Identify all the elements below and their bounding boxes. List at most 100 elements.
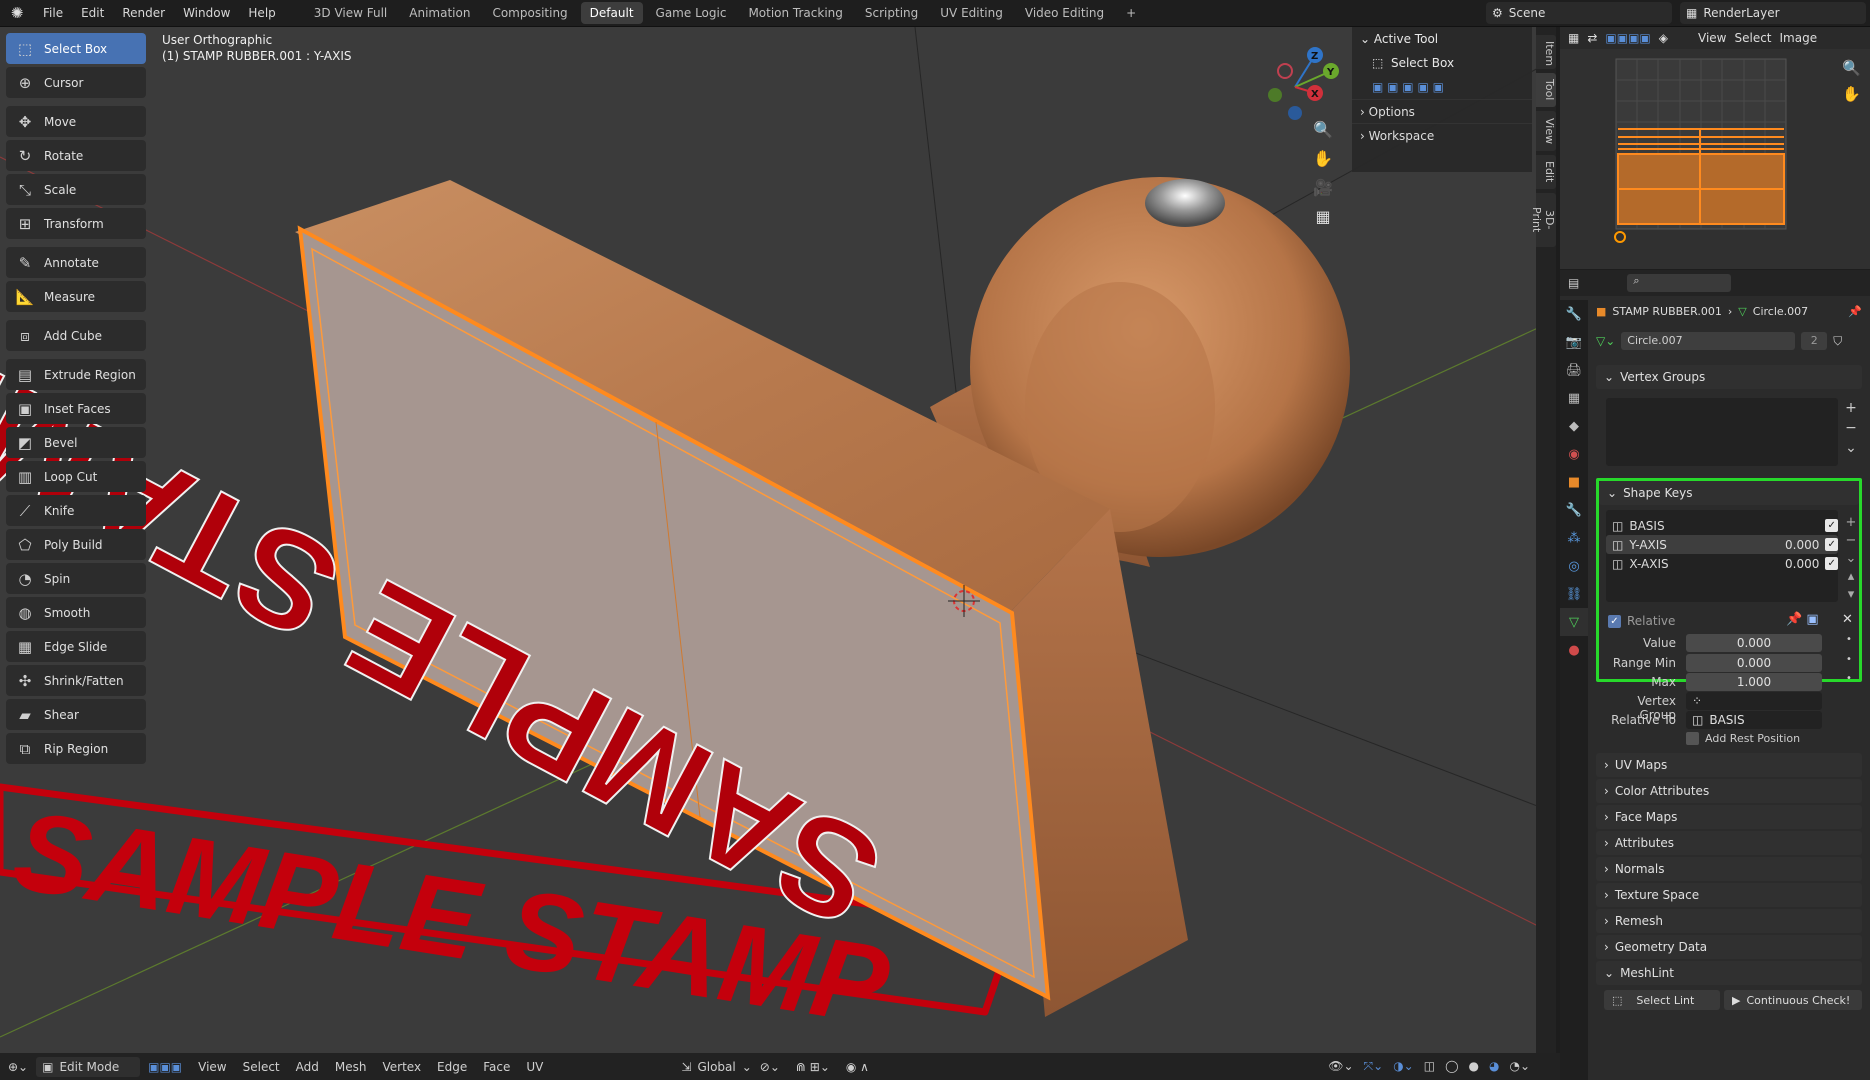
shape-key-mute-checkbox[interactable]: ✓ <box>1825 538 1838 551</box>
shape-keys-panel[interactable]: ⌄ Shape Keys <box>1599 481 1859 505</box>
fake-user-shield-icon[interactable]: ⛉ <box>1833 334 1842 349</box>
tool-transform[interactable]: ⊞ Transform <box>6 208 146 239</box>
transform-orientation[interactable]: ⇲ Global ⌄ <box>681 1060 751 1074</box>
particles-tab-icon[interactable]: ⁂ <box>1560 524 1588 552</box>
tab-scripting[interactable]: Scripting <box>856 2 927 24</box>
uv-editor[interactable]: ▦ ⇄ ▣▣▣▣ ◈ View Select Image 🔍 ✋ <box>1560 27 1870 269</box>
workspace-panel[interactable]: › Workspace <box>1352 123 1532 147</box>
tool-tab-icon[interactable]: 🔧 <box>1560 300 1588 328</box>
world-tab-icon[interactable]: ◉ <box>1560 440 1588 468</box>
face-maps-panel[interactable]: › Face Maps <box>1596 805 1862 829</box>
vertex-groups-panel[interactable]: ⌄ Vertex Groups <box>1596 365 1862 389</box>
object-tab-icon[interactable]: ■ <box>1560 468 1588 496</box>
uv-menu-view[interactable]: View <box>1698 31 1726 45</box>
scene-selector[interactable]: ⚙ Scene <box>1486 2 1672 24</box>
tool-move[interactable]: ✥ Move <box>6 106 146 137</box>
vertex-group-field[interactable]: ⁘ <box>1686 692 1822 710</box>
keyframe-dot-icon[interactable]: • <box>1846 634 1852 645</box>
view-layer-tab-icon[interactable]: ▦ <box>1560 384 1588 412</box>
normals-panel[interactable]: › Normals <box>1596 857 1862 881</box>
tool-shrink-fatten[interactable]: ✣ Shrink/Fatten <box>6 665 146 696</box>
shading-solid-icon[interactable]: ● <box>1469 1059 1479 1074</box>
value-field[interactable]: 0.000 <box>1686 634 1822 652</box>
tab-tool[interactable]: Tool <box>1536 73 1556 107</box>
shape-key-basis[interactable]: ◫ BASIS ✓ <box>1606 516 1838 535</box>
continuous-check-button[interactable]: ▶ Continuous Check! <box>1724 990 1862 1010</box>
move-up-button[interactable]: ▴ <box>1844 568 1858 586</box>
vertex-group-menu-button[interactable]: ⌄ <box>1844 438 1858 458</box>
add-workspace-button[interactable]: + <box>1117 2 1145 24</box>
menu-render[interactable]: Render <box>113 0 174 27</box>
remesh-panel[interactable]: › Remesh <box>1596 909 1862 933</box>
tool-rotate[interactable]: ↻ Rotate <box>6 140 146 171</box>
tool-loop-cut[interactable]: ▥ Loop Cut <box>6 461 146 492</box>
editor-type-icon[interactable]: ⊕⌄ <box>0 1060 36 1074</box>
shape-key-mute-checkbox[interactable]: ✓ <box>1825 557 1838 570</box>
tool-inset-faces[interactable]: ▣ Inset Faces <box>6 393 146 424</box>
snap-icon[interactable]: ⋒ ⊞⌄ <box>788 1060 838 1074</box>
header-menu-face[interactable]: Face <box>475 1060 518 1074</box>
active-tool-header[interactable]: ⌄ Active Tool <box>1352 27 1532 51</box>
clear-shape-keys-icon[interactable]: ✕ <box>1842 612 1853 627</box>
menu-help[interactable]: Help <box>239 0 284 27</box>
mesh-name-field[interactable]: Circle.007 <box>1621 332 1796 350</box>
move-down-button[interactable]: ▾ <box>1844 586 1858 604</box>
tab-animation[interactable]: Animation <box>400 2 479 24</box>
header-menu-view[interactable]: View <box>190 1060 234 1074</box>
tool-edge-slide[interactable]: ▦ Edge Slide <box>6 631 146 662</box>
tool-rip-region[interactable]: ⧉ Rip Region <box>6 733 146 764</box>
tool-add-cube[interactable]: ⧈ Add Cube <box>6 320 146 351</box>
render-layer-selector[interactable]: ▦ RenderLayer <box>1680 2 1866 24</box>
shape-key-mute-checkbox[interactable]: ✓ <box>1825 519 1838 532</box>
tab-item[interactable]: Item <box>1536 35 1556 69</box>
physics-tab-icon[interactable]: ◎ <box>1560 552 1588 580</box>
header-menu-vertex[interactable]: Vertex <box>374 1060 429 1074</box>
shape-key-menu-button[interactable]: ⌄ <box>1844 550 1858 568</box>
uv-sticky-icon[interactable]: ◈ <box>1659 31 1668 45</box>
tab-default[interactable]: Default <box>580 2 643 24</box>
pan-hand-icon[interactable]: ✋ <box>1312 144 1334 173</box>
tab-edit[interactable]: Edit <box>1536 155 1556 189</box>
uv-zoom-icon[interactable]: 🔍 <box>1842 55 1861 81</box>
tool-scale[interactable]: ⤡ Scale <box>6 174 146 205</box>
uv-menu-select[interactable]: Select <box>1734 31 1771 45</box>
tab-uv-editing[interactable]: UV Editing <box>931 2 1012 24</box>
keyframe-dot-icon[interactable]: • <box>1846 654 1852 665</box>
header-menu-mesh[interactable]: Mesh <box>327 1060 375 1074</box>
shape-key-y-axis[interactable]: ◫ Y-AXIS 0.000 ✓ <box>1606 535 1838 554</box>
pin-icon[interactable]: 📌 <box>1848 305 1862 318</box>
material-tab-icon[interactable]: ● <box>1560 636 1588 664</box>
tool-extrude-region[interactable]: ▤ Extrude Region <box>6 359 146 390</box>
options-panel[interactable]: › Options <box>1352 99 1532 123</box>
mode-selector[interactable]: ▣ Edit Mode <box>36 1056 141 1077</box>
shading-material-icon[interactable]: ◕ <box>1489 1059 1499 1074</box>
header-menu-uv[interactable]: UV <box>518 1060 551 1074</box>
select-lint-button[interactable]: ⬚ Select Lint <box>1604 990 1720 1010</box>
tab-motion-tracking[interactable]: Motion Tracking <box>739 2 851 24</box>
zoom-icon[interactable]: 🔍 <box>1312 115 1334 144</box>
tool-shear[interactable]: ▰ Shear <box>6 699 146 730</box>
relative-to-field[interactable]: ◫ BASIS <box>1686 711 1822 729</box>
menu-edit[interactable]: Edit <box>72 0 113 27</box>
header-menu-edge[interactable]: Edge <box>429 1060 475 1074</box>
tool-bevel[interactable]: ◩ Bevel <box>6 427 146 458</box>
editor-type-icon[interactable]: ▤ <box>1568 276 1579 290</box>
shape-key-x-axis[interactable]: ◫ X-AXIS 0.000 ✓ <box>1606 554 1838 573</box>
selection-mode-buttons[interactable]: ▣ ▣ ▣ ▣ ▣ <box>1352 75 1532 99</box>
remove-vertex-group-button[interactable]: − <box>1844 418 1858 438</box>
scene-tab-icon[interactable]: ◆ <box>1560 412 1588 440</box>
properties-search-input[interactable]: ⌕ <box>1627 274 1732 292</box>
add-rest-position-option[interactable]: Add Rest Position <box>1686 732 1800 745</box>
tab-3d-print[interactable]: 3D-Print <box>1530 193 1556 247</box>
proportional-edit-icon[interactable]: ◉ ∧ <box>838 1060 877 1074</box>
geometry-data-panel[interactable]: › Geometry Data <box>1596 935 1862 959</box>
add-vertex-group-button[interactable]: + <box>1844 398 1858 418</box>
add-shape-key-button[interactable]: + <box>1844 514 1858 532</box>
tool-annotate[interactable]: ✎ Annotate <box>6 247 146 278</box>
pivot-icon[interactable]: ⊘⌄ <box>752 1060 788 1074</box>
range-min-field[interactable]: 0.000 <box>1686 654 1822 672</box>
tool-smooth[interactable]: ◍ Smooth <box>6 597 146 628</box>
vertex-groups-list[interactable] <box>1606 398 1838 466</box>
shape-key-pin-icon[interactable]: 📌 ▣ <box>1786 612 1819 627</box>
max-field[interactable]: 1.000 <box>1686 673 1822 691</box>
